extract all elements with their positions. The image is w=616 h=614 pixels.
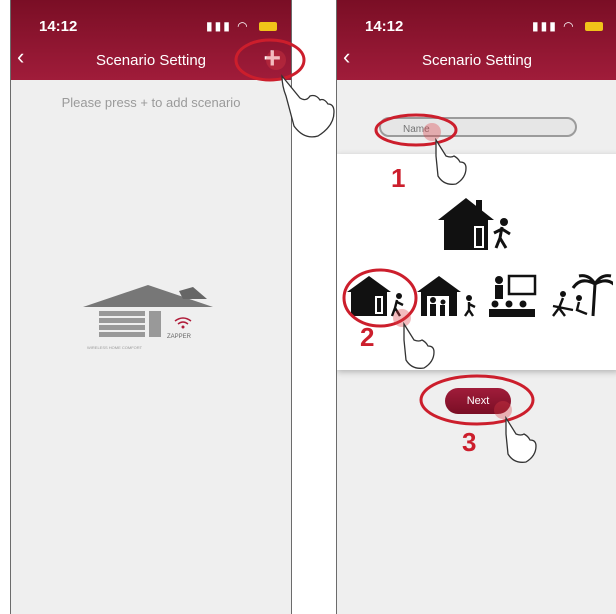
selected-leave-home-icon: [438, 198, 511, 250]
empty-hint: Please press + to add scenario: [61, 95, 241, 110]
wifi-icon: ◠: [237, 19, 250, 33]
leave-home-icon[interactable]: [345, 274, 409, 318]
header-bar: 14:12 ▮▮▮ ◠ ‹ Scenario Setting: [337, 0, 616, 80]
battery-icon: [259, 22, 277, 32]
signal-icon: ▮▮▮: [206, 19, 232, 33]
zapper-logo: ZAPPER WIRELESS HOME COMFORT: [83, 285, 213, 350]
arrive-home-family-icon[interactable]: [415, 274, 479, 318]
scenario-icon-picker: [337, 154, 616, 370]
phone-screen-add-scenario: 14:12 ▮▮▮ ◠ ‹ Scenario Setting Name Next: [336, 0, 616, 614]
logo-wordmark: ZAPPER: [167, 334, 192, 340]
page-title: Scenario Setting: [421, 52, 533, 69]
signal-icon: ▮▮▮: [532, 19, 558, 33]
page-title: Scenario Setting: [95, 52, 207, 69]
status-time: 14:12: [39, 18, 78, 35]
vacation-icon[interactable]: [549, 274, 613, 318]
status-icons: ▮▮▮ ◠: [206, 19, 277, 33]
status-icons: ▮▮▮ ◠: [532, 19, 603, 33]
scenario-name-field[interactable]: [379, 117, 577, 138]
status-time: 14:12: [365, 18, 404, 35]
phone-screen-empty: 14:12 ▮▮▮ ◠ ‹ Scenario Setting + Please …: [10, 0, 292, 614]
add-scenario-button[interactable]: +: [263, 44, 281, 74]
scenario-name-input[interactable]: [381, 121, 575, 138]
meeting-icon[interactable]: [487, 274, 543, 318]
battery-icon: [585, 22, 603, 32]
wifi-icon: ◠: [563, 19, 576, 33]
logo-tagline: WIRELESS HOME COMFORT: [87, 345, 143, 350]
header-bar: 14:12 ▮▮▮ ◠ ‹ Scenario Setting +: [11, 0, 291, 80]
next-button[interactable]: Next: [445, 388, 511, 414]
